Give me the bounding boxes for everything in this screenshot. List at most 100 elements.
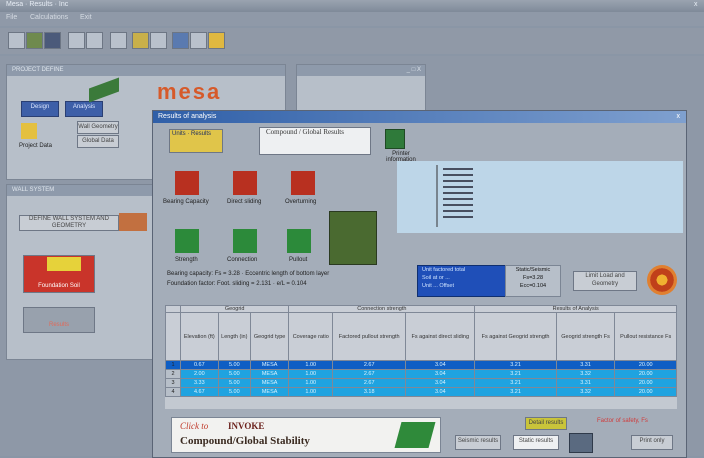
overturning-label: Overturning [285,199,317,205]
seismic-results-button[interactable]: Seismic results [455,435,501,450]
print-only-button[interactable]: Print only [631,435,673,450]
wall-section-icon [119,213,147,231]
col-factored-pullout[interactable]: Factored pullout strength [332,312,407,361]
static-line3: Ecc=0.104 [519,283,547,289]
results-group-header: Results of Analysis [474,305,677,313]
foundation-soil-icon [47,257,81,271]
wall-panel-title: WALL SYSTEM [7,185,163,196]
wall-graphic-icon [89,77,119,103]
app-title-bar: Mesa · Results · Inc x [0,0,704,12]
table-row[interactable]: 4 4.67 5.00 MESA 1.00 3.18 3.04 3.21 3.32 20.00 [165,387,677,397]
static-line1: Static/Seismic [515,267,551,273]
static-seismic-box: Static/Seismic Fs=3.28 Ecc=0.104 [505,265,561,297]
project-data-icon[interactable] [21,123,37,139]
banner-invoke-text: INVOKE [228,421,265,431]
table-row[interactable]: 1 0.67 5.00 MESA 1.00 2.67 3.04 3.21 3.31 20.00 [165,360,677,370]
col-length[interactable]: Length (in) [217,312,251,361]
printer-icon[interactable] [385,129,405,149]
col-elevation[interactable]: Elevation (ft) [180,312,219,361]
col-geogrid-strength-fs[interactable]: Geogrid strength Fs [555,312,616,361]
overturning-icon[interactable] [291,171,315,195]
small-window-close-button[interactable]: X [417,67,421,73]
report-icon[interactable] [190,32,207,49]
wall-geometry-button[interactable]: Wall Geometry [77,121,119,134]
pullout-icon[interactable] [287,229,311,253]
compound-global-results-button[interactable]: Compound / Global Results [259,127,371,155]
col-geogrid-type[interactable]: Geogrid type [249,312,290,361]
col-fs-sliding[interactable]: Fs against direct sliding [405,312,476,361]
bearing-capacity-text: Bearing capacity: Fs = 3.28 · Eccentric … [167,271,330,277]
static-line2: Fs=3.28 [522,275,544,281]
target-icon[interactable] [647,265,677,295]
banner-click-text: Click to [180,421,209,431]
global-data-button[interactable]: Global Data [77,135,119,148]
bearing-capacity-label: Bearing Capacity [163,199,209,205]
grid-icon[interactable] [172,32,189,49]
banner-subtitle: Compound/Global Stability [180,435,310,447]
app-close-button[interactable]: x [694,1,698,8]
geogrid-group-header: Geogrid [179,305,290,313]
table-row[interactable]: 3 3.33 5.00 MESA 1.00 2.67 3.04 3.21 3.31 20.00 [165,378,677,388]
menu-calculations[interactable]: Calculations [30,14,68,21]
dialog-title: Results of analysis [158,113,217,120]
help-icon[interactable] [110,32,127,49]
maximize-button[interactable]: □ [412,67,416,73]
wall-system-panel: WALL SYSTEM DEFINE WALL SYSTEM AND GEOME… [6,184,164,360]
open-icon[interactable] [26,32,43,49]
geogrid-layers-icon [436,165,473,227]
design-button[interactable]: Design [21,101,59,117]
define-wall-button[interactable]: DEFINE WALL SYSTEM AND GEOMETRY [19,215,119,231]
menu-file[interactable]: File [6,14,17,21]
calculator-icon[interactable] [569,433,593,453]
connection-label: Connection [227,257,258,263]
table-row[interactable]: 2 2.00 5.00 MESA 1.00 2.67 3.04 3.21 3.32 20.00 [165,369,677,379]
menu-exit[interactable]: Exit [80,14,92,21]
mesa-logo: mesa [157,79,222,104]
cut-icon[interactable] [68,32,85,49]
app-title: Mesa · Results · Inc [6,1,69,8]
factor-of-safety-label: Factor of safety, Fs [597,418,648,424]
direct-sliding-label: Direct sliding [227,199,262,205]
copy-icon[interactable] [86,32,103,49]
col-pullout-resistance-fs[interactable]: Pullout resistance Fs [614,312,677,361]
connection-group-header: Connection strength [288,305,476,313]
project-data-label: Project Data [19,143,53,149]
detail-results-button[interactable]: Detail results [525,417,567,430]
design-box-line3: Unit ... Offset [422,283,454,289]
toolbar [0,28,704,54]
design-box-line1: Unit factored total [422,267,466,273]
design-summary-box: Unit factored total Soil at or ... Unit … [417,265,509,297]
save-icon[interactable] [44,32,61,49]
col-fs-geogrid-strength[interactable]: Fs against Geogrid strength [474,312,557,361]
strength-icon[interactable] [175,229,199,253]
bearing-capacity-icon[interactable] [175,171,199,195]
small-window-title-bar: _ □ X [297,65,425,76]
new-icon[interactable] [8,32,25,49]
chart-icon[interactable] [150,32,167,49]
invoke-compound-banner[interactable]: Click to INVOKE Compound/Global Stabilit… [171,417,441,453]
tools-icon[interactable] [132,32,149,49]
banner-wall-icon [394,422,436,448]
analysis-button[interactable]: Analysis [65,101,103,117]
dialog-title-bar: Results of analysis x [153,111,686,123]
foundation-factor-text: Foundation factor: Foot. sliding = 2.131… [167,281,307,287]
results-button[interactable]: Results [23,307,95,333]
results-table: Geogrid Connection strength Results of A… [165,305,677,409]
design-box-line2: Soil at or ... [422,275,450,281]
dialog-close-button[interactable]: x [677,111,681,123]
menu-bar: File Calculations Exit [0,12,704,26]
direct-sliding-icon[interactable] [233,171,257,195]
pullout-label: Pullout [289,257,308,263]
connection-icon[interactable] [233,229,257,253]
static-results-button[interactable]: Static results [513,435,559,450]
strength-label: Strength [175,257,198,263]
limit-load-button[interactable]: Limit Load and Geometry [573,271,637,291]
units-results-tab[interactable]: Units · Results [169,129,223,153]
wall-geometry-preview [397,161,683,233]
folder-icon[interactable] [208,32,225,49]
minimize-button[interactable]: _ [407,67,410,73]
col-coverage-ratio[interactable]: Coverage ratio [288,312,334,361]
project-panel-title: PROJECT DEFINE [7,65,285,76]
compound-stability-icon[interactable] [329,211,377,265]
results-dialog: Results of analysis x Units · Results Co… [152,110,687,458]
